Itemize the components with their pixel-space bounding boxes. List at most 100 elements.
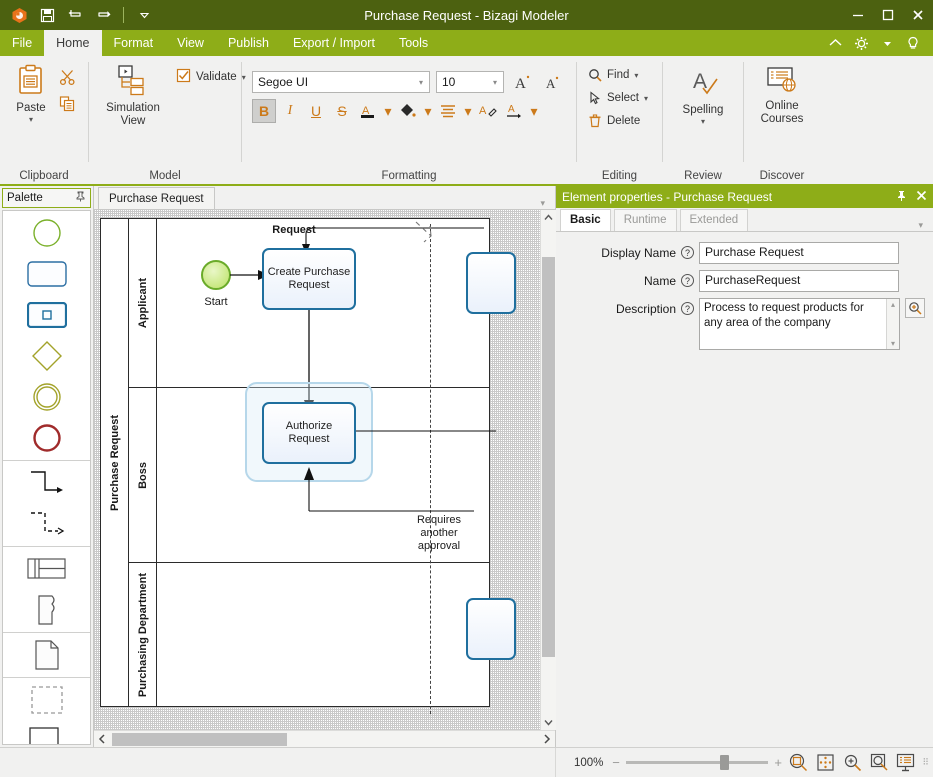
palette-intermediate-event[interactable]: [21, 381, 73, 413]
customize-quick-access-icon[interactable]: [131, 3, 157, 27]
spelling-dropdown-icon[interactable]: ▾: [701, 117, 705, 126]
zoom-slider[interactable]: [625, 755, 769, 770]
bizagi-logo-icon[interactable]: [6, 3, 32, 27]
find-button[interactable]: Find ▾: [585, 64, 641, 86]
canvas-horizontal-scrollbar[interactable]: [94, 730, 555, 747]
cut-button[interactable]: [56, 66, 79, 88]
help-icon-name[interactable]: ?: [681, 274, 694, 287]
collapse-ribbon-icon[interactable]: [823, 31, 847, 55]
tab-format[interactable]: Format: [102, 30, 166, 56]
description-expand-button[interactable]: [905, 298, 925, 318]
palette-text-annotation-page[interactable]: [21, 639, 73, 671]
minimize-button[interactable]: [843, 0, 873, 30]
maximize-button[interactable]: [873, 0, 903, 30]
canvas-vertical-scrollbar[interactable]: [540, 210, 556, 730]
zoom-to-selection-button[interactable]: [788, 752, 809, 774]
undo-icon[interactable]: [62, 3, 88, 27]
vertical-scroll-thumb[interactable]: [541, 257, 555, 657]
resize-grip-icon[interactable]: ⠿: [922, 757, 933, 768]
zoom-slider-thumb[interactable]: [719, 755, 729, 770]
tab-runtime[interactable]: Runtime: [613, 209, 677, 231]
zoom-in-magnifier-button[interactable]: [842, 752, 863, 774]
horizontal-scroll-thumb[interactable]: [112, 732, 287, 746]
underline-button[interactable]: U: [304, 99, 328, 123]
zoom-in-button[interactable]: +: [774, 755, 782, 770]
italic-button[interactable]: I: [278, 99, 302, 123]
help-icon-display-name[interactable]: ?: [681, 246, 694, 259]
paste-button[interactable]: Paste ▾: [6, 62, 56, 126]
font-color-dropdown-icon[interactable]: ▾: [382, 99, 394, 123]
tab-extended[interactable]: Extended: [679, 209, 749, 231]
full-screen-button[interactable]: [896, 752, 917, 774]
close-button[interactable]: [903, 0, 933, 30]
tab-tools[interactable]: Tools: [387, 30, 440, 56]
fill-color-dropdown-icon[interactable]: ▾: [422, 99, 434, 123]
palette-gateway[interactable]: [21, 340, 73, 372]
validate-button[interactable]: Validate ▾: [173, 66, 249, 88]
palette-group[interactable]: [21, 684, 73, 716]
task-partial-top-right[interactable]: [466, 252, 516, 314]
online-courses-button[interactable]: Online Courses: [749, 64, 815, 128]
select-dropdown-icon[interactable]: ▾: [644, 94, 648, 103]
tab-basic[interactable]: Basic: [560, 209, 611, 231]
scroll-up-button[interactable]: [540, 210, 556, 225]
save-icon[interactable]: [34, 3, 60, 27]
display-name-input[interactable]: Purchase Request: [699, 242, 899, 264]
chevron-down-icon-2[interactable]: ▾: [489, 78, 501, 87]
spelling-button[interactable]: A Spelling ▾: [675, 66, 731, 128]
tab-publish[interactable]: Publish: [216, 30, 281, 56]
shrink-font-button[interactable]: A: [540, 70, 564, 94]
help-lightbulb-icon[interactable]: [901, 31, 925, 55]
align-dropdown-icon[interactable]: ▾: [462, 99, 474, 123]
tab-file[interactable]: File: [0, 30, 44, 56]
doc-tab-purchase-request[interactable]: Purchase Request: [98, 187, 215, 209]
close-icon[interactable]: [916, 190, 927, 204]
scroll-left-button[interactable]: [94, 731, 110, 747]
pin-icon[interactable]: [75, 191, 86, 205]
palette-start-event[interactable]: [21, 217, 73, 249]
text-direction-dropdown-icon[interactable]: ▾: [528, 99, 540, 123]
tab-view[interactable]: View: [165, 30, 216, 56]
fit-to-page-button[interactable]: [815, 752, 836, 774]
diagram-canvas[interactable]: Purchase Request Applicant Boss Purchasi…: [94, 210, 540, 730]
grow-font-button[interactable]: A: [510, 70, 534, 94]
palette-subprocess[interactable]: [21, 299, 73, 331]
description-scroll-up-icon[interactable]: ▴: [891, 300, 895, 309]
paste-dropdown-icon[interactable]: ▾: [29, 115, 33, 124]
help-icon-description[interactable]: ?: [681, 302, 694, 315]
text-direction-button[interactable]: A: [502, 99, 526, 123]
copy-button[interactable]: [56, 92, 79, 114]
align-button[interactable]: [436, 99, 460, 123]
bold-button[interactable]: B: [252, 99, 276, 123]
find-dropdown-icon[interactable]: ▾: [634, 71, 638, 80]
font-size-combo[interactable]: 10 ▾: [436, 71, 504, 93]
gear-dropdown-icon[interactable]: [875, 31, 899, 55]
document-tabs-dropdown-icon[interactable]: ▾: [540, 198, 555, 209]
chevron-down-icon[interactable]: ▾: [415, 78, 427, 87]
gear-icon[interactable]: [849, 31, 873, 55]
palette-data-object[interactable]: [21, 594, 73, 626]
start-event[interactable]: [201, 260, 231, 290]
strikethrough-button[interactable]: S: [330, 99, 354, 123]
format-painter-button[interactable]: A: [476, 99, 500, 123]
description-scroll-down-icon[interactable]: ▾: [891, 339, 895, 348]
task-create-purchase-request[interactable]: Create Purchase Request: [262, 248, 356, 310]
select-button[interactable]: Select ▾: [585, 87, 651, 109]
palette-end-event[interactable]: [21, 422, 73, 454]
description-textarea[interactable]: Process to request products for any area…: [699, 298, 900, 350]
tab-export-import[interactable]: Export / Import: [281, 30, 387, 56]
palette-annotation-link[interactable]: [21, 725, 73, 744]
task-authorize-request[interactable]: Authorize Request: [262, 402, 356, 464]
zoom-region-button[interactable]: [869, 752, 890, 774]
tab-home[interactable]: Home: [44, 30, 102, 56]
simulation-view-button[interactable]: Simulation View: [101, 62, 165, 130]
palette-task[interactable]: [21, 258, 73, 290]
palette-sequence-flow[interactable]: [21, 467, 73, 499]
delete-button[interactable]: Delete: [585, 110, 643, 132]
lane-purchasing-department[interactable]: Purchasing Department: [129, 563, 489, 707]
task-partial-bottom-right[interactable]: [466, 598, 516, 660]
name-input[interactable]: PurchaseRequest: [699, 270, 899, 292]
properties-tabs-dropdown-icon[interactable]: ▾: [918, 220, 933, 231]
scroll-right-button[interactable]: [539, 731, 555, 747]
redo-icon[interactable]: [90, 3, 116, 27]
